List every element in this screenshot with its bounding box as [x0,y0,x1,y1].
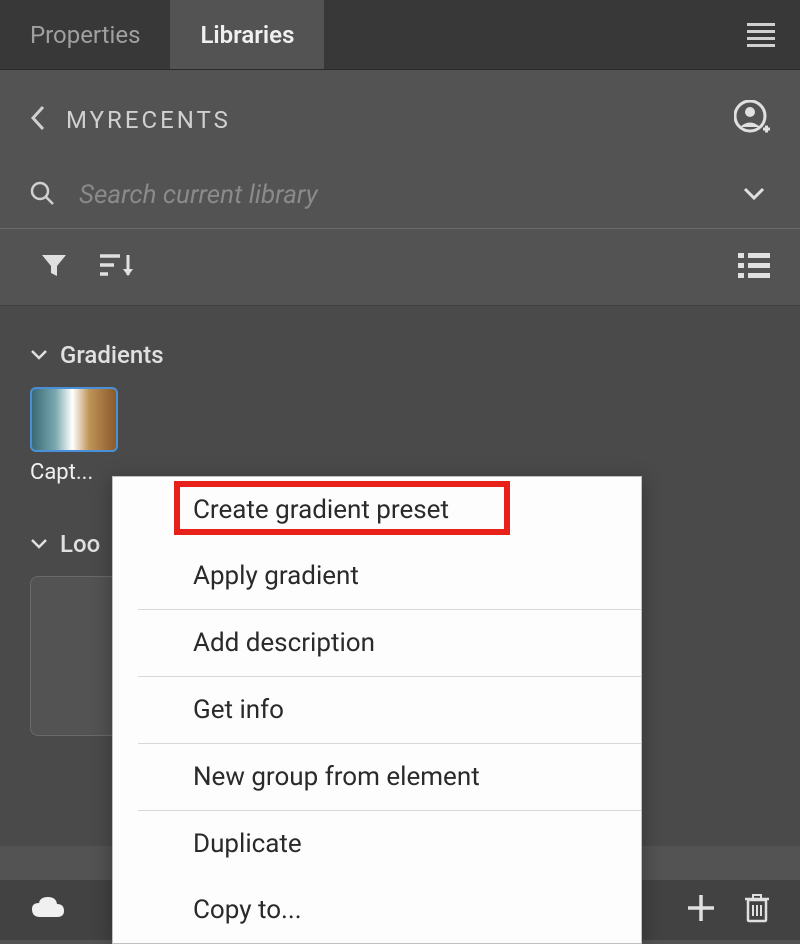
group-title: Gradients [60,341,164,369]
trash-icon[interactable] [744,893,770,927]
gradient-asset-item[interactable]: Capt... [30,387,118,485]
filter-row [0,229,800,306]
menu-add-description[interactable]: Add description [113,610,641,676]
sort-icon[interactable] [98,251,136,283]
panel-menu-icon[interactable] [722,23,800,47]
back-chevron-icon[interactable] [30,105,46,135]
list-view-icon[interactable] [738,251,770,283]
tab-libraries[interactable]: Libraries [170,0,324,69]
filter-icon[interactable] [40,251,68,283]
asset-label: Capt... [30,460,118,485]
search-input[interactable] [79,180,738,210]
context-menu: Create gradient preset Apply gradient Ad… [112,476,642,944]
cloud-sync-icon[interactable] [30,895,66,925]
gradients-grid: Capt... [30,387,770,485]
menu-new-group-from-element[interactable]: New group from element [113,744,641,810]
breadcrumb-label[interactable]: MYRECENTS [66,106,231,134]
menu-copy-to[interactable]: Copy to... [113,877,641,943]
group-header-gradients[interactable]: Gradients [30,341,770,369]
tab-properties[interactable]: Properties [0,0,170,69]
search-icon [30,181,54,209]
gradient-swatch[interactable] [30,387,118,452]
menu-get-info[interactable]: Get info [113,677,641,743]
search-row [0,160,800,229]
add-people-icon[interactable] [734,100,770,140]
menu-duplicate[interactable]: Duplicate [113,811,641,877]
search-dropdown-chevron-icon[interactable] [738,186,770,205]
chevron-down-icon [30,346,48,365]
add-icon[interactable] [686,893,716,927]
chevron-down-icon [30,535,48,554]
menu-apply-gradient[interactable]: Apply gradient [113,543,641,609]
breadcrumb: MYRECENTS [0,70,800,160]
group-title: Loo [60,530,100,558]
tab-bar: Properties Libraries [0,0,800,70]
menu-create-gradient-preset[interactable]: Create gradient preset [113,477,641,543]
